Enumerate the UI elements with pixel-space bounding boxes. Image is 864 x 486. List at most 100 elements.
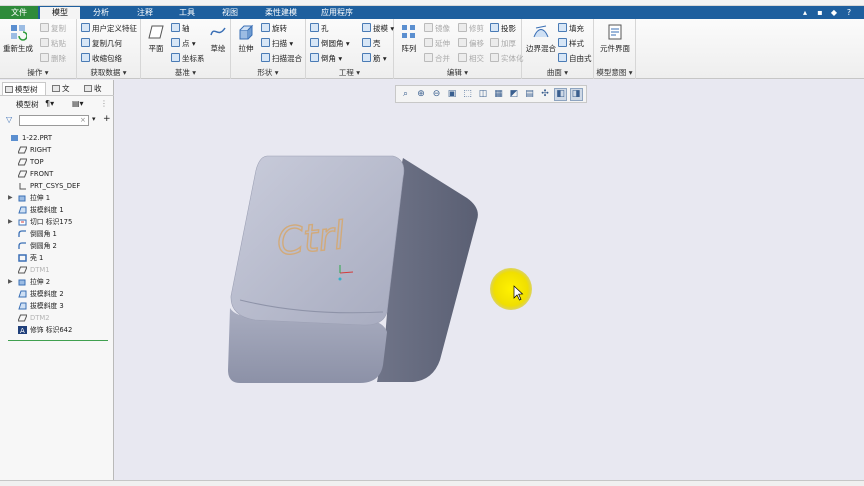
sketch-button[interactable]: 草绘: [205, 23, 231, 54]
sweep-label: 扫描: [272, 39, 287, 48]
extrude-button[interactable]: 拉伸: [233, 23, 259, 54]
project-button[interactable]: 投影: [490, 23, 516, 34]
freestyle-label: 自由式: [569, 54, 592, 63]
paste-button[interactable]: 粘贴: [40, 38, 66, 49]
expand-toggle-icon[interactable]: ▶: [8, 192, 14, 204]
shell-button[interactable]: 壳: [362, 38, 381, 49]
copy-geometry-button[interactable]: 复制几何: [81, 38, 122, 49]
swept-blend-button[interactable]: 扫描混合: [261, 53, 302, 64]
merge-button[interactable]: 合并: [424, 53, 450, 64]
csys-button[interactable]: 坐标系: [171, 53, 205, 64]
freestyle-button[interactable]: 自由式: [558, 53, 592, 64]
tab-model-tree-label: 模型树: [15, 85, 38, 94]
ribbon-collapse-icon[interactable]: ▴: [800, 7, 810, 18]
trim-label: 修剪: [469, 24, 484, 33]
shell-icon: [362, 38, 371, 47]
hole-button[interactable]: 孔: [310, 23, 329, 34]
tab-applications[interactable]: 应用程序: [312, 6, 362, 19]
round-icon: [18, 230, 26, 237]
sketch-label: 草绘: [210, 44, 226, 53]
trim-button[interactable]: 修剪: [458, 23, 484, 34]
axis-button[interactable]: 轴: [171, 23, 190, 34]
tree-item-label: 拉伸 2: [30, 278, 51, 286]
tree-settings-icon[interactable]: ¶▾: [45, 99, 54, 108]
group-title-shapes[interactable]: 形状 ▾: [231, 67, 305, 78]
revolve-button[interactable]: 旋转: [261, 23, 287, 34]
tab-favorites[interactable]: 收: [82, 82, 110, 95]
plane-button[interactable]: 平面: [143, 23, 169, 54]
solidify-button[interactable]: 实体化: [490, 53, 524, 64]
freestyle-icon: [558, 53, 567, 62]
insert-here-marker[interactable]: [8, 340, 108, 341]
settings-icon[interactable]: ◆: [829, 7, 839, 18]
extend-button[interactable]: 延伸: [424, 38, 450, 49]
tree-item-label: 拔模斜度 2: [30, 290, 64, 298]
chamfer-button[interactable]: 倒角 ▾: [310, 53, 342, 64]
thicken-button[interactable]: 加厚: [490, 38, 516, 49]
intersect-button[interactable]: 相交: [458, 53, 484, 64]
tab-model-tree[interactable]: 模型树: [2, 82, 46, 95]
tab-view[interactable]: 视图: [213, 6, 247, 19]
component-interface-button[interactable]: 元件界面: [598, 23, 632, 54]
group-title-surfaces[interactable]: 曲面 ▾: [522, 67, 593, 78]
draft-button[interactable]: 拔模 ▾: [362, 23, 394, 34]
status-bar: [0, 480, 864, 486]
editing-title: 编辑: [446, 68, 462, 77]
datum-plane-icon: [18, 158, 27, 166]
boundary-blend-button[interactable]: 边界混合: [526, 23, 556, 54]
tab-folder-label: 文: [62, 84, 70, 93]
engineering-title: 工程: [338, 68, 354, 77]
tab-folder-browser[interactable]: 文: [50, 82, 76, 95]
tab-analysis[interactable]: 分析: [84, 6, 118, 19]
graphics-window[interactable]: ⌕ ⊕ ⊖ ▣ ⬚ ◫ ▦ ◩ ▤ ✣ ◧ ◨ Ctrl: [115, 80, 864, 480]
minimize-icon[interactable]: ▪: [815, 7, 825, 18]
group-title-get-data[interactable]: 获取数据 ▾: [77, 67, 140, 78]
tree-filter-input[interactable]: [19, 115, 89, 126]
copy-button[interactable]: 复制: [40, 23, 66, 34]
help-icon[interactable]: ?: [844, 7, 854, 18]
tab-annotate[interactable]: 注释: [128, 6, 162, 19]
delete-button[interactable]: 删除: [40, 53, 66, 64]
expand-toggle-icon[interactable]: ▶: [8, 276, 14, 288]
datum-plane-icon: [148, 25, 164, 39]
get-data-title: 获取数据: [90, 68, 121, 77]
tab-tools[interactable]: 工具: [170, 6, 204, 19]
tree-item-label: 切口 标识175: [30, 218, 73, 226]
group-surfaces: 边界混合 填充 样式 自由式 曲面 ▾: [522, 19, 594, 79]
style-button[interactable]: 样式: [558, 38, 584, 49]
filter-icon: ▽: [6, 115, 13, 124]
tree-show-icon[interactable]: ▤▾: [72, 99, 84, 108]
tab-file[interactable]: 文件: [0, 6, 38, 19]
tree-item-label: 倒圆角 1: [30, 230, 57, 238]
point-button[interactable]: 点 ▾: [171, 38, 196, 49]
regenerate-button[interactable]: 重新生成: [2, 23, 34, 54]
filter-dropdown-icon[interactable]: ▾: [92, 115, 96, 123]
udf-button[interactable]: 用户定义特征: [81, 23, 137, 34]
tab-flexible-modeling[interactable]: 柔性建模: [256, 6, 306, 19]
tree-filter-options-icon[interactable]: ⋮: [100, 99, 108, 108]
pattern-button[interactable]: 阵列: [396, 23, 422, 54]
axis-icon: [171, 23, 180, 32]
round-button[interactable]: 倒圆角 ▾: [310, 38, 350, 49]
rib-button[interactable]: 筋 ▾: [362, 53, 387, 64]
fill-button[interactable]: 填充: [558, 23, 584, 34]
clear-filter-icon[interactable]: ×: [80, 116, 86, 124]
group-title-datum[interactable]: 基准 ▾: [141, 67, 230, 78]
group-title-editing[interactable]: 编辑 ▾: [394, 67, 521, 78]
offset-button[interactable]: 偏移: [458, 38, 484, 49]
group-title-engineering[interactable]: 工程 ▾: [306, 67, 393, 78]
shell-icon: [18, 254, 27, 262]
regenerate-label: 重新生成: [3, 44, 33, 53]
tab-model[interactable]: 模型: [40, 7, 80, 19]
mirror-button[interactable]: 镜像: [424, 23, 450, 34]
paste-label: 粘贴: [51, 39, 66, 48]
add-icon[interactable]: +: [103, 114, 111, 124]
group-title-model-intent[interactable]: 模型意图 ▾: [594, 67, 635, 78]
shrinkwrap-button[interactable]: 收缩包络: [81, 53, 122, 64]
group-title-operations[interactable]: 操作 ▾: [0, 67, 76, 78]
sweep-button[interactable]: 扫描 ▾: [261, 38, 293, 49]
tree-item-label: PRT_CSYS_DEF: [30, 182, 81, 190]
csys-z-axis: [338, 277, 342, 281]
trim-icon: [458, 23, 467, 32]
expand-toggle-icon[interactable]: ▶: [8, 216, 14, 228]
